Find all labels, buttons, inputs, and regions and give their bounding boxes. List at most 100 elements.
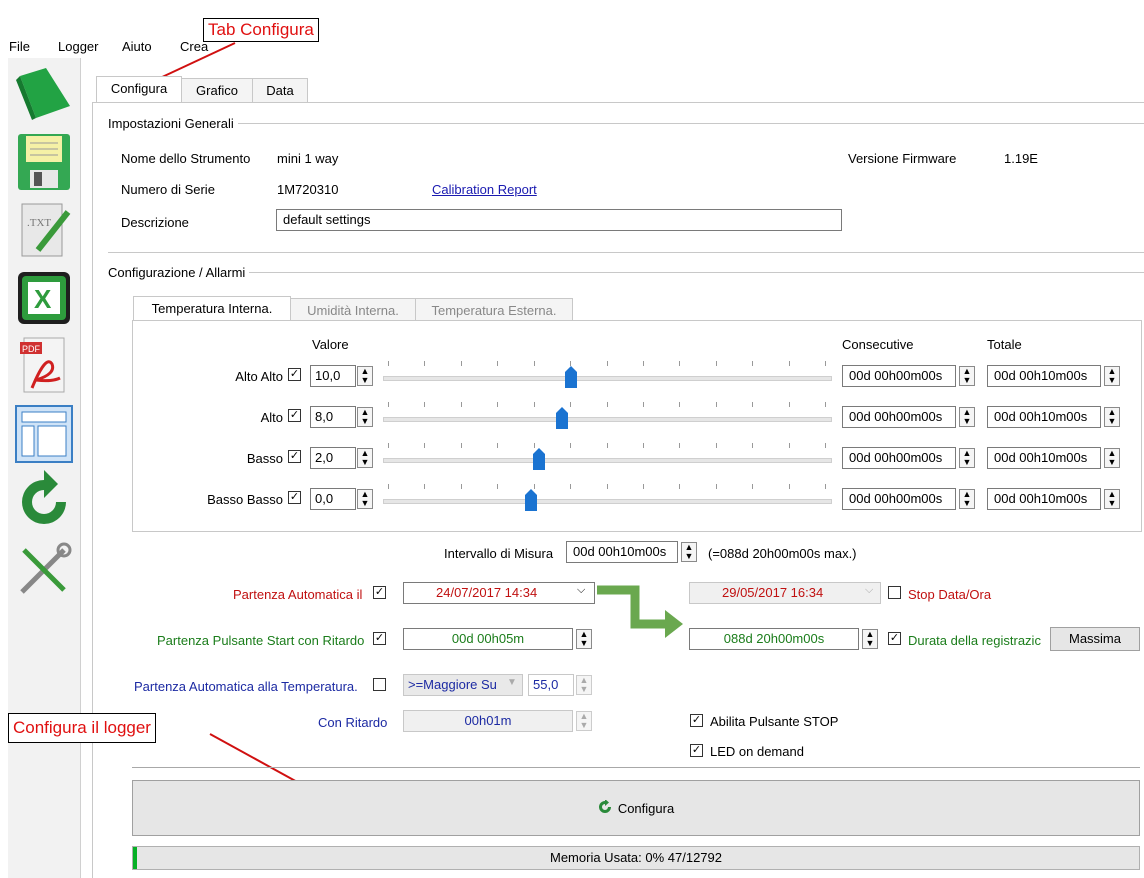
delay-spinner[interactable]: ▲ ▼	[576, 711, 592, 731]
alarm-row-total-spinner[interactable]: ▲ ▼	[1104, 407, 1120, 427]
alarm-row-value-spinner[interactable]: ▲ ▼	[357, 448, 373, 468]
tools-icon[interactable]	[12, 538, 76, 602]
tab-configura[interactable]: Configura	[96, 76, 182, 103]
layout-icon[interactable]	[12, 402, 76, 466]
alarm-row-slider-track[interactable]	[383, 499, 832, 504]
alarm-row-slider-thumb[interactable]	[556, 407, 568, 429]
alarm-row-slider-tick	[607, 361, 608, 366]
menu-file[interactable]: File	[9, 39, 30, 54]
auto-start-datetime[interactable]: 24/07/2017 14:34	[403, 582, 595, 604]
calibration-report-link[interactable]: Calibration Report	[432, 182, 537, 197]
alarm-row-total-input[interactable]: 00d 00h10m00s	[987, 447, 1101, 469]
button-start-delay-input[interactable]: 00d 00h05m	[403, 628, 573, 650]
alarm-row-value-spinner[interactable]: ▲ ▼	[357, 407, 373, 427]
alarm-row-value-input[interactable]: 8,0	[310, 406, 356, 428]
txt-export-icon[interactable]: .TXT	[12, 198, 76, 262]
general-group-title: Impostazioni Generali	[108, 116, 238, 131]
button-start-delay-spinner[interactable]: ▲ ▼	[576, 629, 592, 649]
alarm-row-consecutive-input[interactable]: 00d 00h00m00s	[842, 406, 956, 428]
alarm-row-value-spinner[interactable]: ▲ ▼	[357, 489, 373, 509]
alarm-row-total-spinner[interactable]: ▲ ▼	[1104, 489, 1120, 509]
configure-button[interactable]: Configura	[132, 780, 1140, 836]
auto-start-checkbox[interactable]: ✓	[373, 586, 386, 599]
alarm-row-value-input[interactable]: 10,0	[310, 365, 356, 387]
stop-dropdown-icon[interactable]: ⌵	[865, 584, 873, 597]
alarm-row-slider-thumb[interactable]	[533, 448, 545, 470]
firmware-label: Versione Firmware	[848, 151, 957, 166]
alarm-row-slider-tick	[716, 484, 717, 489]
excel-export-icon[interactable]: X	[12, 266, 76, 330]
callout-configura-logger: Configura il logger	[8, 713, 156, 743]
stop-button-checkbox[interactable]: ✓	[690, 714, 703, 727]
pdf-export-icon[interactable]: PDF	[12, 334, 76, 398]
alarm-row-slider-thumb[interactable]	[565, 366, 577, 388]
led-checkbox[interactable]: ✓	[690, 744, 703, 757]
button-start-checkbox[interactable]: ✓	[373, 632, 386, 645]
stop-datetime[interactable]: 29/05/2017 16:34	[689, 582, 881, 604]
alarm-row-label: Alto Alto	[235, 369, 283, 384]
refresh-icon[interactable]	[12, 470, 76, 534]
alarm-row-value-input[interactable]: 0,0	[310, 488, 356, 510]
open-icon[interactable]	[12, 62, 76, 126]
tab-grafico[interactable]: Grafico	[181, 78, 253, 103]
temp-start-label: Partenza Automatica alla Temperatura.	[134, 679, 358, 694]
menu-aiuto[interactable]: Aiuto	[122, 39, 152, 54]
save-icon[interactable]	[12, 130, 76, 194]
alarm-row-total-input[interactable]: 00d 00h10m00s	[987, 488, 1101, 510]
temp-mode-dropdown-icon[interactable]: ▼	[507, 677, 517, 688]
delay-input[interactable]: 00h01m	[403, 710, 573, 732]
alarm-row-slider-tick	[534, 484, 535, 489]
alarm-row-slider-track[interactable]	[383, 458, 832, 463]
alarm-row-consecutive-spinner[interactable]: ▲ ▼	[959, 448, 975, 468]
alarm-row-checkbox[interactable]: ✓	[288, 368, 301, 381]
alarm-row-checkbox[interactable]: ✓	[288, 491, 301, 504]
alarm-row-slider-tick	[607, 484, 608, 489]
description-label: Descrizione	[121, 215, 189, 230]
alarm-row-checkbox[interactable]: ✓	[288, 409, 301, 422]
interval-input[interactable]: 00d 00h10m00s	[566, 541, 678, 563]
alarm-row-slider-tick	[424, 443, 425, 448]
alarm-row-total-spinner[interactable]: ▲ ▼	[1104, 448, 1120, 468]
alarm-row-consecutive-input[interactable]: 00d 00h00m00s	[842, 365, 956, 387]
duration-spinner[interactable]: ▲ ▼	[862, 629, 878, 649]
alarm-row-checkbox[interactable]: ✓	[288, 450, 301, 463]
alarm-row-total-input[interactable]: 00d 00h10m00s	[987, 406, 1101, 428]
alarm-row-consecutive-input[interactable]: 00d 00h00m00s	[842, 488, 956, 510]
alarm-row-consecutive-spinner[interactable]: ▲ ▼	[959, 407, 975, 427]
temp-start-mode-select[interactable]: >=Maggiore Su	[403, 674, 523, 696]
auto-start-label: Partenza Automatica il	[233, 587, 363, 602]
alarm-row-value-input[interactable]: 2,0	[310, 447, 356, 469]
temp-start-checkbox[interactable]	[373, 678, 386, 691]
temp-start-value-input[interactable]: 55,0	[528, 674, 574, 696]
alarm-row-slider-tick	[643, 484, 644, 489]
alarm-row-slider-tick	[424, 484, 425, 489]
duration-label: Durata della registrazic	[908, 633, 1041, 648]
memory-progress-label: Memoria Usata: 0% 47/12792	[550, 850, 722, 865]
description-input[interactable]: default settings	[276, 209, 842, 231]
auto-start-dropdown-icon[interactable]: ⌵	[577, 584, 585, 597]
alarm-row-slider-tick	[607, 402, 608, 407]
value-column-header: Valore	[312, 337, 349, 352]
button-start-label: Partenza Pulsante Start con Ritardo	[157, 633, 365, 648]
tab-data[interactable]: Data	[252, 78, 308, 103]
alarm-row-total-input[interactable]: 00d 00h10m00s	[987, 365, 1101, 387]
alarm-row-consecutive-spinner[interactable]: ▲ ▼	[959, 489, 975, 509]
alarm-row-value-spinner[interactable]: ▲ ▼	[357, 366, 373, 386]
duration-input[interactable]: 088d 20h00m00s	[689, 628, 859, 650]
duration-checkbox[interactable]: ✓	[888, 632, 901, 645]
stop-checkbox[interactable]	[888, 586, 901, 599]
alarm-row-total-spinner[interactable]: ▲ ▼	[1104, 366, 1120, 386]
alarm-row-slider-track[interactable]	[383, 417, 832, 422]
temp-start-value-spinner[interactable]: ▲ ▼	[576, 675, 592, 695]
serial-value: 1M720310	[277, 182, 339, 197]
alarm-row-consecutive-input[interactable]: 00d 00h00m00s	[842, 447, 956, 469]
alarm-row-slider-track[interactable]	[383, 376, 832, 381]
interval-spinner[interactable]: ▲ ▼	[681, 542, 697, 562]
tab-temperatura-interna[interactable]: Temperatura Interna.	[133, 296, 291, 323]
general-group-line	[108, 123, 1144, 124]
max-duration-button[interactable]: Massima	[1050, 627, 1140, 651]
alarm-row-slider-tick	[424, 402, 425, 407]
alarm-row-slider-thumb[interactable]	[525, 489, 537, 511]
alarm-row-consecutive-spinner[interactable]: ▲ ▼	[959, 366, 975, 386]
menu-logger[interactable]: Logger	[58, 39, 98, 54]
